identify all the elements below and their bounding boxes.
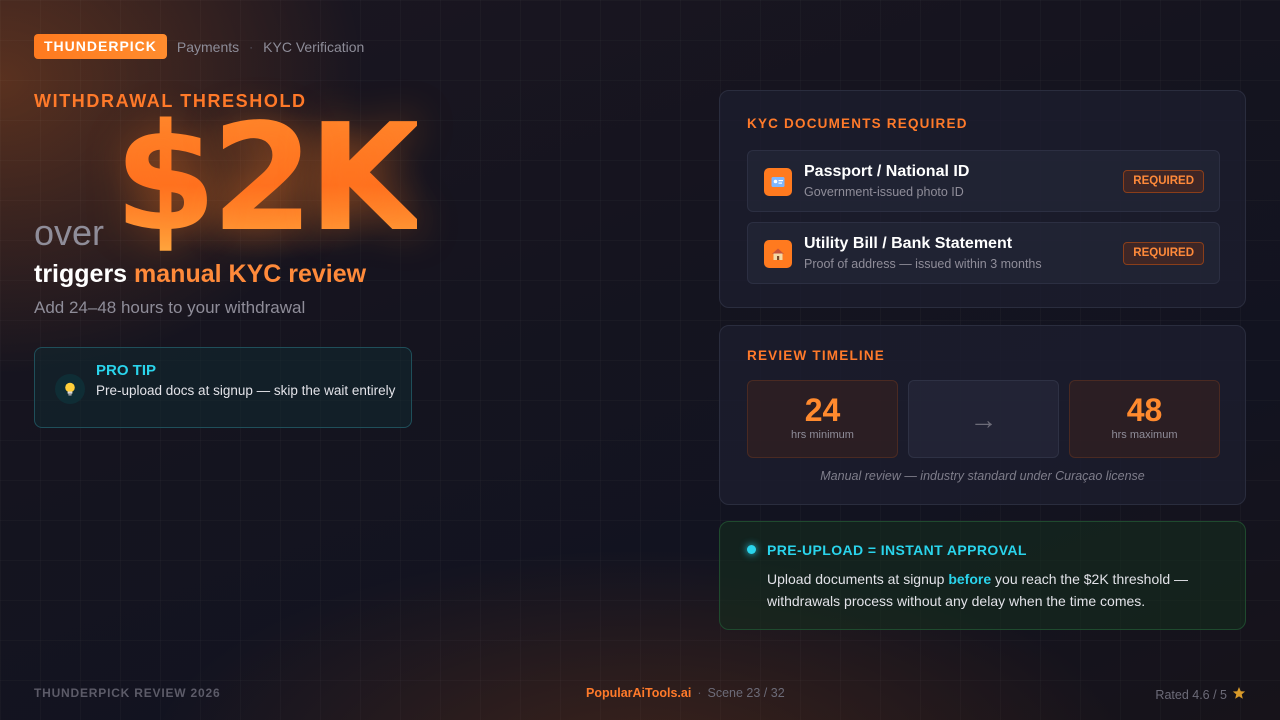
triggers-prefix: triggers — [34, 260, 128, 288]
timeline-max-value: 48 — [1126, 392, 1163, 428]
star-icon — [1232, 686, 1246, 703]
breadcrumb-payments[interactable]: Payments — [177, 39, 239, 55]
document-item-passport[interactable]: Passport / National ID Government-issued… — [747, 150, 1220, 212]
footer-review-label: THUNDERPICK REVIEW 2026 — [34, 686, 221, 700]
document-item-utility-bill[interactable]: Utility Bill / Bank Statement Proof of a… — [747, 222, 1220, 284]
footer-separator: · — [697, 686, 702, 700]
triggers-accent: manual KYC review — [134, 260, 367, 288]
arrow-right-icon: → — [969, 404, 998, 435]
hero-prefix: over — [34, 212, 105, 253]
rating-text: Rated 4.6 / 5 — [1155, 687, 1227, 702]
required-badge: REQUIRED — [1123, 170, 1204, 193]
timeline-note: Manual review — industry standard under … — [820, 469, 1145, 483]
document-description: Government-issued photo ID — [804, 185, 964, 199]
breadcrumb-kyc-verification[interactable]: KYC Verification — [263, 39, 364, 55]
pro-tip-card: PRO TIP Pre-upload docs at signup — skip… — [34, 347, 412, 428]
hero-amount: $2K — [114, 92, 423, 264]
review-timeline-title: REVIEW TIMELINE — [747, 348, 886, 363]
kyc-documents-title: KYC DOCUMENTS REQUIRED — [747, 116, 968, 131]
house-icon — [764, 240, 792, 268]
review-timeline-panel: REVIEW TIMELINE 24 hrs minimum → 48 hrs … — [719, 325, 1246, 505]
document-name: Utility Bill / Bank Statement — [804, 235, 1013, 252]
lightbulb-icon — [55, 374, 85, 404]
approval-body-start: Upload documents at signup — [767, 571, 949, 587]
footer-scene-counter: Scene 23 / 32 — [707, 686, 785, 700]
breadcrumb: THUNDERPICK Payments · KYC Verification — [34, 34, 364, 59]
breadcrumb-separator: · — [249, 39, 254, 54]
hero-triggers: triggers manual KYC review — [34, 260, 366, 289]
pro-tip-title: PRO TIP — [96, 362, 157, 379]
status-dot-icon — [747, 545, 756, 554]
approval-body-highlight: before — [948, 571, 992, 587]
timeline-arrow-box: → — [908, 380, 1059, 458]
approval-title: PRE-UPLOAD = INSTANT APPROVAL — [767, 542, 1027, 558]
footer-rating: Rated 4.6 / 5 — [1155, 686, 1246, 703]
kyc-documents-panel: KYC DOCUMENTS REQUIRED Passport / Nation… — [719, 90, 1246, 308]
approval-body: Upload documents at signup before you re… — [767, 568, 1217, 612]
hero-subtext: Add 24–48 hours to your withdrawal — [34, 298, 306, 317]
document-description: Proof of address — issued within 3 month… — [804, 257, 1042, 271]
brand-badge[interactable]: THUNDERPICK — [34, 34, 167, 59]
document-name: Passport / National ID — [804, 163, 970, 180]
timeline-min-box: 24 hrs minimum — [747, 380, 898, 458]
timeline-max-label: hrs maximum — [1111, 429, 1178, 441]
id-card-icon — [764, 168, 792, 196]
footer-center: PopularAiTools.ai · Scene 23 / 32 — [586, 686, 785, 700]
timeline-min-value: 24 — [804, 392, 841, 428]
footer-site-link[interactable]: PopularAiTools.ai — [586, 686, 691, 700]
timeline-min-label: hrs minimum — [791, 429, 854, 441]
pro-tip-body: Pre-upload docs at signup — skip the wai… — [96, 383, 396, 398]
instant-approval-card: PRE-UPLOAD = INSTANT APPROVAL Upload doc… — [719, 521, 1246, 630]
timeline-max-box: 48 hrs maximum — [1069, 380, 1220, 458]
required-badge: REQUIRED — [1123, 242, 1204, 265]
